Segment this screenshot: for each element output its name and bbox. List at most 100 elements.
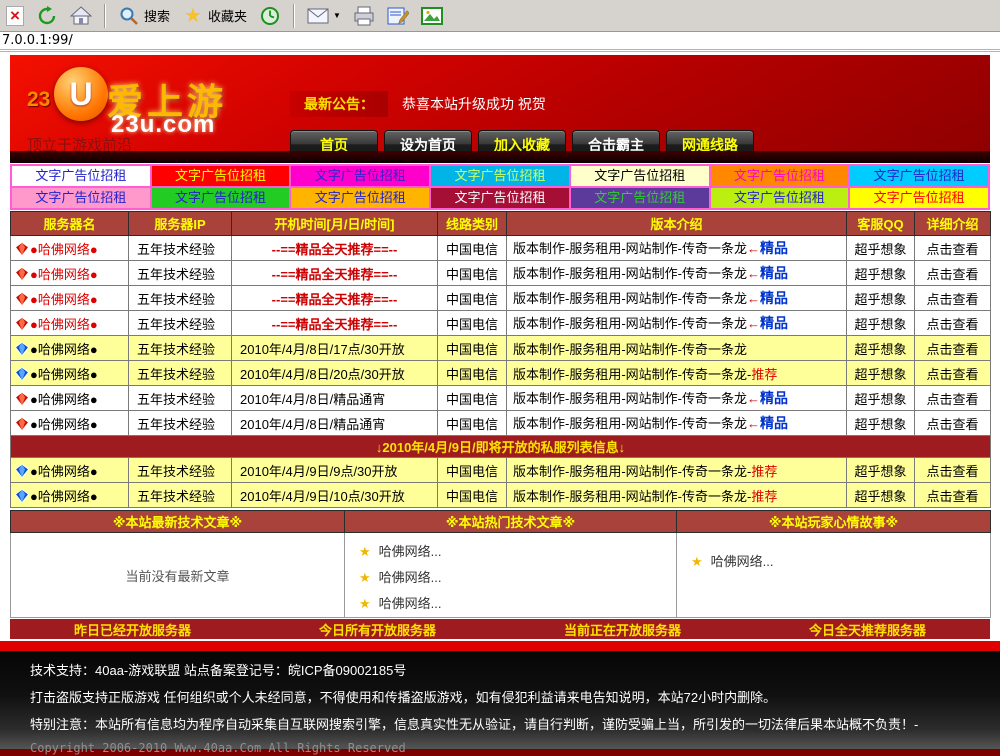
red-gem-icon [15,267,29,281]
stop-button[interactable]: × [2,2,28,30]
bottom-link-1[interactable]: 今日所有开放服务器 [255,620,500,639]
server-col-header-4: 版本介绍 [507,212,847,236]
server-ip-cell: 五年技术经验 [129,336,232,361]
history-button[interactable] [255,2,285,30]
search-label: 搜索 [144,6,170,25]
server-name-cell[interactable]: ●哈佛网络● [11,311,129,336]
version-intro-cell[interactable]: 版本制作-服务租用-网站制作-传奇一条龙←精品 [507,311,847,336]
version-intro-cell[interactable]: 版本制作-服务租用-网站制作-传奇一条龙←精品 [507,386,847,411]
version-intro-cell[interactable]: 版本制作-服务租用-网站制作-传奇一条龙←精品 [507,411,847,436]
server-name-cell[interactable]: ●哈佛网络● [11,286,129,311]
line-type-cell: 中国电信 [438,411,507,436]
refresh-icon [36,5,58,27]
server-name-cell[interactable]: ●哈佛网络● [11,336,129,361]
version-intro-cell[interactable]: 版本制作-服务租用-网站制作-传奇一条龙-推荐 [507,458,847,483]
ad-slot-0[interactable]: 文字广告位招租 [11,165,151,187]
version-intro-cell[interactable]: 版本制作-服务租用-网站制作-传奇一条龙 [507,336,847,361]
ad-slot-10[interactable]: 文字广告位招租 [430,187,570,209]
articles-latest-cell: 当前没有最新文章 [11,533,345,618]
version-intro-cell[interactable]: 版本制作-服务租用-网站制作-传奇一条龙←精品 [507,236,847,261]
detail-link-cell[interactable]: 点击查看 [915,483,991,508]
ad-slot-6[interactable]: 文字广告位招租 [849,165,989,187]
address-bar[interactable]: 7.0.0.1:99/ [0,32,1000,52]
nav-button-2[interactable]: 加入收藏 [478,130,566,160]
ad-slot-1[interactable]: 文字广告位招租 [151,165,291,187]
detail-link-cell[interactable]: 点击查看 [915,336,991,361]
left-arrow-icon: ← [747,316,760,331]
ad-slot-5[interactable]: 文字广告位招租 [710,165,850,187]
version-intro-cell[interactable]: 版本制作-服务租用-网站制作-传奇一条龙-推荐 [507,361,847,386]
ad-slot-8[interactable]: 文字广告位招租 [151,187,291,209]
nav-button-0[interactable]: 首页 [290,130,378,160]
tuijian-tag: 推荐 [751,464,777,479]
server-name: ●哈佛网络● [30,417,98,432]
server-name: ●哈佛网络● [30,367,98,382]
page: 23 U 爱上游 23u.com 顶立于游戏前沿 最新公告： 恭喜本站升级成功 … [10,55,990,639]
open-time-cell: --==精品全天推荐==-- [232,286,438,311]
server-col-header-6: 详细介绍 [915,212,991,236]
server-name: ●哈佛网络● [30,242,98,257]
server-table-header-row: 服务器名服务器IP开机时间[月/日/时间]线路类别版本介绍客服QQ详细介绍 [11,212,991,236]
server-name-cell[interactable]: ●哈佛网络● [11,458,129,483]
edit-button[interactable] [383,2,413,30]
server-ip-cell: 五年技术经验 [129,286,232,311]
detail-link-cell[interactable]: 点击查看 [915,236,991,261]
article-item[interactable]: ★哈佛网络... [359,539,676,565]
server-ip-cell: 五年技术经验 [129,386,232,411]
service-qq-cell: 超乎想象 [847,386,915,411]
version-intro-text: 版本制作-服务租用-网站制作-传奇一条龙 [513,489,747,504]
detail-link-cell[interactable]: 点击查看 [915,361,991,386]
detail-link-cell[interactable]: 点击查看 [915,261,991,286]
ad-slot-7[interactable]: 文字广告位招租 [11,187,151,209]
article-item[interactable]: ★哈佛网络... [691,549,990,575]
version-intro-cell[interactable]: 版本制作-服务租用-网站制作-传奇一条龙←精品 [507,261,847,286]
ad-slot-9[interactable]: 文字广告位招租 [290,187,430,209]
nav-button-3[interactable]: 合击霸主 [572,130,660,160]
article-item[interactable]: ★哈佛网络... [359,565,676,591]
nav-button-4[interactable]: 网通线路 [666,130,754,160]
server-name-cell[interactable]: ●哈佛网络● [11,411,129,436]
home-button[interactable] [66,2,96,30]
favorites-button[interactable]: ★ 收藏夹 [178,2,251,30]
upcoming-divider-row: ↓2010年/4月/9日/即将开放的私服列表信息↓ [11,436,991,458]
footer-support-line: 技术支持：40aa-游戏联盟 站点备案登记号：皖ICP备09002185号 [30,660,970,679]
mail-button[interactable]: ▼ [303,2,345,30]
bottom-link-3[interactable]: 今日全天推荐服务器 [745,620,990,639]
red-gem-icon [15,417,29,431]
bottom-link-0[interactable]: 昨日已经开放服务器 [10,620,255,639]
print-button[interactable] [349,2,379,30]
refresh-button[interactable] [32,2,62,30]
version-intro-cell[interactable]: 版本制作-服务租用-网站制作-传奇一条龙←精品 [507,286,847,311]
server-name-cell[interactable]: ●哈佛网络● [11,361,129,386]
detail-link-cell[interactable]: 点击查看 [915,458,991,483]
left-arrow-icon: ← [747,241,760,256]
bottom-link-2[interactable]: 当前正在开放服务器 [500,620,745,639]
nav-button-1[interactable]: 设为首页 [384,130,472,160]
server-row: ●哈佛网络●五年技术经验2010年/4月/8日/精品通宵中国电信版本制作-服务租… [11,411,991,436]
ad-slot-4[interactable]: 文字广告位招租 [570,165,710,187]
articles-hot-cell: ★哈佛网络...★哈佛网络...★哈佛网络... [345,533,677,618]
detail-link-cell[interactable]: 点击查看 [915,411,991,436]
server-name-cell[interactable]: ●哈佛网络● [11,386,129,411]
ad-slot-13[interactable]: 文字广告位招租 [849,187,989,209]
logo-u-text: U [69,76,92,113]
ad-slot-11[interactable]: 文字广告位招租 [570,187,710,209]
server-name-cell[interactable]: ●哈佛网络● [11,483,129,508]
media-button[interactable] [417,2,447,30]
article-item[interactable]: ★哈佛网络... [359,591,676,617]
ad-slot-2[interactable]: 文字广告位招租 [290,165,430,187]
line-type-cell: 中国电信 [438,261,507,286]
server-name: ●哈佛网络● [30,392,98,407]
server-name-cell[interactable]: ●哈佛网络● [11,261,129,286]
logo-sphere-icon[interactable]: U [54,67,108,121]
detail-link-cell[interactable]: 点击查看 [915,386,991,411]
server-name-cell[interactable]: ●哈佛网络● [11,236,129,261]
ad-slot-3[interactable]: 文字广告位招租 [430,165,570,187]
search-button[interactable]: 搜索 [114,2,174,30]
left-arrow-icon: ← [747,391,760,406]
left-arrow-icon: ← [747,266,760,281]
detail-link-cell[interactable]: 点击查看 [915,311,991,336]
detail-link-cell[interactable]: 点击查看 [915,286,991,311]
ad-slot-12[interactable]: 文字广告位招租 [710,187,850,209]
version-intro-cell[interactable]: 版本制作-服务租用-网站制作-传奇一条龙-推荐 [507,483,847,508]
